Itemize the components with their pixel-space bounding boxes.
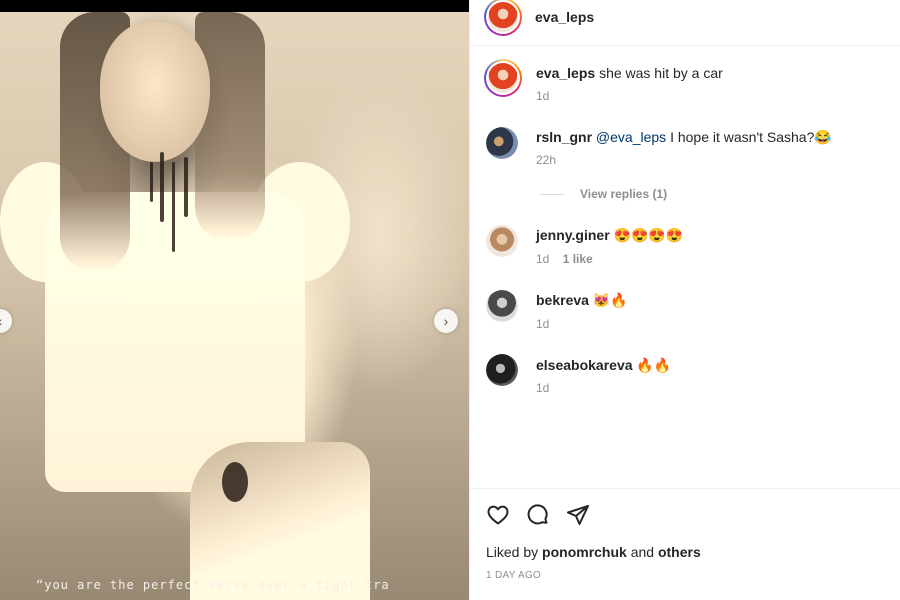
- comment-text: 😍😍😍😍: [613, 227, 684, 243]
- post-media[interactable]: “you are the perfect verse over a tight …: [0, 0, 469, 600]
- avatar[interactable]: [486, 354, 518, 386]
- comment-username[interactable]: elseabokareva: [536, 357, 633, 373]
- comment-time[interactable]: 1d: [536, 317, 549, 331]
- avatar[interactable]: [486, 290, 518, 322]
- liked-by: Liked by ponomrchuk and others: [486, 544, 701, 560]
- comment-text: 🔥🔥: [636, 357, 672, 373]
- comment-mention[interactable]: @eva_leps: [596, 129, 666, 145]
- comment-line: bekreva 😻🔥: [536, 292, 628, 309]
- post-photo: [0, 12, 469, 600]
- view-replies-button[interactable]: View replies (1): [540, 187, 667, 201]
- liked-and: and: [630, 544, 655, 560]
- avatar[interactable]: [486, 127, 518, 159]
- post-panel: eva_leps eva_leps she was hit by a car 1…: [469, 0, 900, 600]
- comment-username[interactable]: jenny.giner: [536, 227, 610, 243]
- comment-meta: 1d 1 like: [536, 252, 593, 266]
- comment-time[interactable]: 22h: [536, 153, 556, 167]
- header-username[interactable]: eva_leps: [535, 9, 594, 25]
- view-replies-label: View replies (1): [580, 187, 668, 201]
- divider: [540, 193, 564, 195]
- caption-text: she was hit by a car: [599, 65, 723, 81]
- avatar[interactable]: [484, 59, 522, 97]
- post-date[interactable]: 1 DAY AGO: [486, 570, 541, 581]
- heart-icon[interactable]: [486, 503, 510, 527]
- divider: [470, 488, 900, 489]
- paper-plane-icon[interactable]: [566, 503, 590, 527]
- liked-others-button[interactable]: others: [658, 544, 701, 560]
- comment-time[interactable]: 1d: [536, 381, 549, 395]
- comment-text: I hope it wasn't Sasha?😂: [670, 129, 832, 145]
- comment-likes[interactable]: 1 like: [563, 252, 593, 266]
- comment-username[interactable]: rsln_gnr: [536, 129, 592, 145]
- caption-time: 1d: [536, 89, 550, 103]
- avatar[interactable]: [484, 0, 522, 36]
- caption-username[interactable]: eva_leps: [536, 65, 595, 81]
- avatar[interactable]: [486, 225, 518, 257]
- liked-prefix: Liked by: [486, 544, 539, 560]
- post-header: eva_leps: [470, 0, 900, 46]
- comment-line: jenny.giner 😍😍😍😍: [536, 227, 683, 244]
- comment-line: elseabokareva 🔥🔥: [536, 357, 671, 374]
- chevron-right-icon[interactable]: ›: [434, 309, 458, 333]
- liked-user[interactable]: ponomrchuk: [542, 544, 627, 560]
- caption-line: eva_leps she was hit by a car: [536, 65, 723, 81]
- comment-username[interactable]: bekreva: [536, 292, 589, 308]
- image-caption-overlay: “you are the perfect verse over a tight …: [36, 578, 390, 592]
- comment-icon[interactable]: [526, 503, 550, 527]
- comment-text: 😻🔥: [592, 292, 628, 308]
- comment-line: rsln_gnr @eva_leps I hope it wasn't Sash…: [536, 129, 832, 146]
- comment-time[interactable]: 1d: [536, 252, 549, 266]
